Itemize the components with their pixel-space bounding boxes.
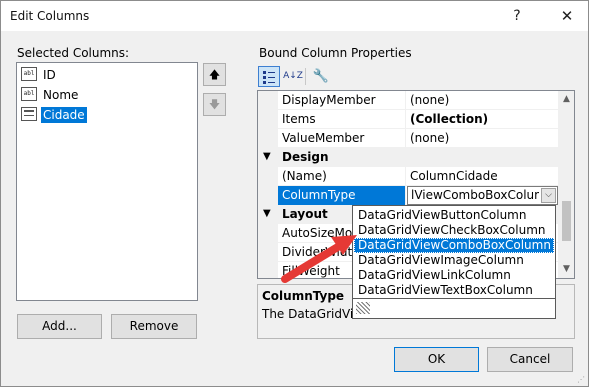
arrow-down-icon: 🡇 [208, 98, 221, 111]
list-item-label: Cidade [41, 107, 87, 123]
help-button[interactable]: ? [509, 5, 525, 27]
close-button[interactable]: ✕ [556, 5, 578, 27]
row-gutter [258, 129, 278, 148]
row-gutter [258, 91, 278, 110]
window-title: Edit Columns [10, 9, 90, 23]
property-name: Items [278, 110, 406, 129]
remove-button[interactable]: Remove [111, 314, 197, 339]
property-name: ValueMember [278, 129, 406, 148]
scroll-up-icon[interactable]: ▲ [558, 91, 574, 108]
collapse-chevron-icon[interactable]: ▼ [263, 148, 271, 166]
property-name: (Name) [278, 167, 406, 186]
option-checkbox-column[interactable]: DataGridViewCheckBoxColumn [354, 223, 554, 238]
property-grid-scrollbar[interactable]: ▲ ▼ [558, 91, 574, 278]
property-row-valuemember[interactable]: ValueMember (none) [258, 129, 558, 148]
title-bar: Edit Columns ? ✕ [1, 1, 588, 31]
description-title: ColumnType [262, 289, 345, 303]
chevron-down-icon[interactable]: ⌵ [541, 188, 556, 203]
textbox-column-icon: abl [21, 67, 37, 81]
textbox-column-icon: abl [21, 87, 37, 101]
option-image-column[interactable]: DataGridViewImageColumn [354, 253, 554, 268]
combobox-column-icon [21, 107, 37, 121]
sort-alphabetical-icon: A↓Z [283, 71, 303, 81]
property-value[interactable]: (none) [407, 129, 558, 148]
list-item-id[interactable]: abl ID [19, 65, 195, 84]
bound-column-properties-label: Bound Column Properties [259, 46, 412, 60]
wrench-icon: 🔧 [312, 69, 330, 84]
scroll-down-icon[interactable]: ▼ [558, 261, 574, 278]
list-item-nome[interactable]: abl Nome [19, 85, 195, 104]
category-design[interactable]: ▼ Design [258, 148, 558, 167]
scroll-thumb[interactable] [562, 201, 571, 241]
property-value[interactable]: (Collection) [407, 110, 558, 129]
collapse-chevron-icon[interactable]: ▼ [263, 205, 271, 223]
annotation-arrow-icon [281, 235, 357, 283]
move-up-button[interactable]: 🡅 [203, 63, 226, 86]
toolbar-separator [305, 68, 306, 85]
property-value[interactable]: ColumnCidade [407, 167, 558, 186]
property-pages-button[interactable]: 🔧 [311, 66, 331, 87]
option-link-column[interactable]: DataGridViewLinkColumn [354, 268, 554, 283]
row-gutter [258, 110, 278, 129]
edit-columns-dialog: Edit Columns ? ✕ Selected Columns: abl I… [0, 0, 589, 387]
list-item-label: Nome [43, 88, 79, 102]
categorized-icon [263, 71, 275, 84]
alphabetical-button[interactable]: A↓Z [283, 66, 303, 87]
property-row-items[interactable]: Items (Collection) [258, 110, 558, 129]
list-item-label: ID [43, 68, 56, 82]
list-item-cidade[interactable]: Cidade [19, 105, 195, 124]
cancel-button[interactable]: Cancel [487, 347, 573, 372]
property-value[interactable]: (none) [407, 91, 558, 110]
window-resize-grip-icon[interactable]: ⋰ [577, 375, 585, 384]
property-row-displaymember[interactable]: DisplayMember (none) [258, 91, 558, 110]
selected-columns-list[interactable]: abl ID abl Nome Cidade [16, 62, 198, 301]
columntype-dropdown-list[interactable]: DataGridViewButtonColumn DataGridViewChe… [352, 205, 556, 299]
categorized-button[interactable] [258, 66, 280, 87]
row-gutter [258, 167, 278, 186]
move-down-button[interactable]: 🡇 [203, 93, 226, 116]
add-button[interactable]: Add... [17, 314, 102, 339]
arrow-up-icon: 🡅 [208, 68, 221, 81]
dropdown-resize-grip[interactable] [352, 299, 556, 319]
property-name: ColumnType [278, 186, 406, 205]
option-button-column[interactable]: DataGridViewButtonColumn [354, 208, 554, 223]
option-textbox-column[interactable]: DataGridViewTextBoxColumn [354, 283, 554, 298]
ok-button[interactable]: OK [394, 347, 479, 372]
option-combobox-column[interactable]: DataGridViewComboBoxColumn [354, 238, 554, 253]
property-row-name[interactable]: (Name) ColumnCidade [258, 167, 558, 186]
columntype-value: lViewComboBoxColumn [411, 188, 539, 202]
property-name: DisplayMember [278, 91, 406, 110]
category-label: Design [282, 150, 329, 164]
resize-grip-icon[interactable] [356, 302, 370, 314]
row-gutter [258, 186, 278, 205]
columntype-combo[interactable]: lViewComboBoxColumn ⌵ [407, 186, 558, 205]
selected-columns-label: Selected Columns: [17, 46, 130, 60]
